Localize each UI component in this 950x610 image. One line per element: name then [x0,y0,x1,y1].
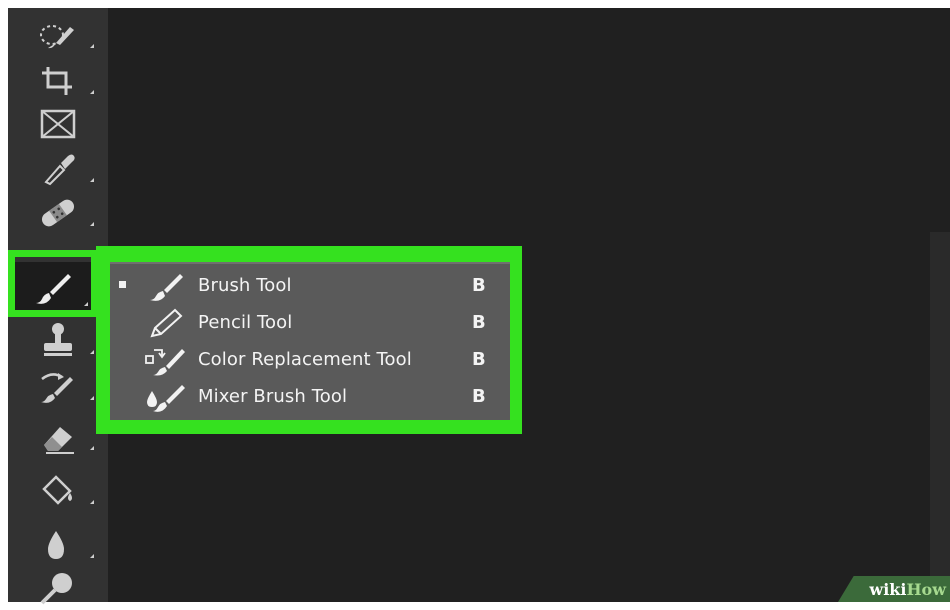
stamp-icon [44,323,72,356]
menu-item-label: Mixer Brush Tool [198,386,348,407]
shortcut-key: B [472,275,486,296]
quick-selection-tool[interactable] [8,14,108,54]
menu-item-label: Pencil Tool [198,312,293,333]
menu-item-brush-tool[interactable]: Brush Tool B [110,268,510,304]
menu-item-mixer-brush-tool[interactable]: Mixer Brush Tool B [110,379,510,415]
spot-healing-brush-tool[interactable] [8,192,108,232]
menu-item-pencil-tool[interactable]: Pencil Tool B [110,305,510,341]
brush-icon [150,274,183,301]
right-panel-edge [930,232,950,602]
eraser-tool[interactable] [8,416,108,456]
quick-selection-icon [40,25,74,49]
mixer-brush-icon [147,385,185,412]
frame-tool[interactable] [8,104,108,144]
brush-tool-highlight [8,250,98,317]
history-brush-tool[interactable] [8,366,108,406]
watermark-part-how: How [906,579,946,599]
drop-icon [48,531,64,559]
crop-tool[interactable] [8,60,108,100]
paint-bucket-icon [42,475,72,505]
blur-tool[interactable] [8,524,108,564]
watermark-part-wiki: wiki [869,579,907,599]
eyedropper-tool[interactable] [8,148,108,188]
crop-icon [42,67,72,95]
menu-item-label: Color Replacement Tool [198,349,412,370]
dodge-icon [40,573,72,605]
history-brush-icon [41,373,73,403]
color-replacement-icon [145,349,185,376]
eyedropper-icon [44,154,75,186]
pencil-icon [150,308,183,338]
shortcut-key: B [472,386,486,407]
shortcut-key: B [472,312,486,333]
menu-item-label: Brush Tool [198,275,292,296]
shortcut-key: B [472,349,486,370]
clone-stamp-tool[interactable] [8,320,108,360]
dodge-tool[interactable] [8,570,108,610]
selected-indicator [119,281,126,288]
paint-bucket-tool[interactable] [8,470,108,510]
wikihow-watermark: wiki How [838,576,950,602]
eraser-icon [44,427,74,454]
brush-tools-flyout-menu: Brush Tool B Pencil Tool B Color Replace… [110,262,510,420]
frame-icon [40,109,76,139]
bandage-icon [41,199,75,227]
menu-item-color-replacement-tool[interactable]: Color Replacement Tool B [110,342,510,378]
